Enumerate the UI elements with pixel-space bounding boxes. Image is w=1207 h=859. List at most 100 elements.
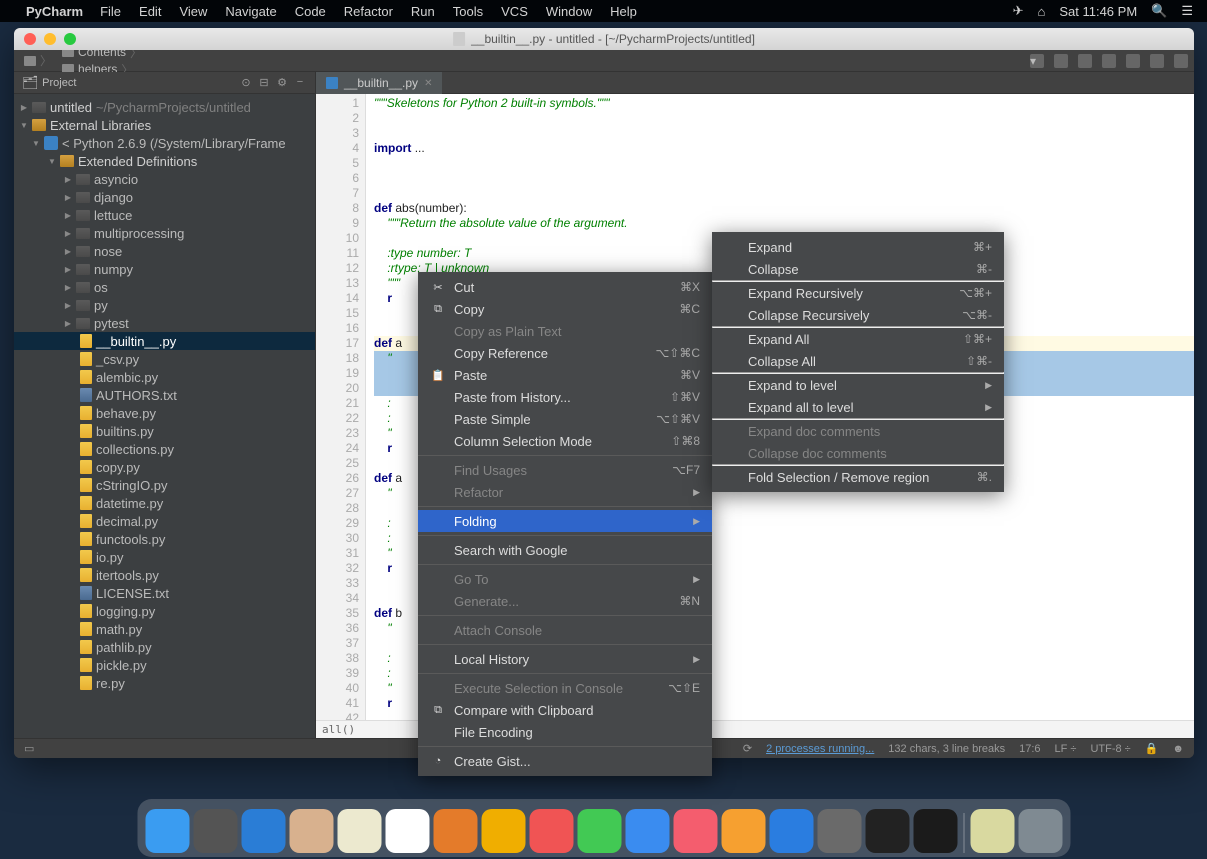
app-menu[interactable]: PyCharm bbox=[26, 4, 83, 19]
tree-file[interactable]: decimal.py bbox=[14, 512, 315, 530]
tree-dir-numpy[interactable]: ▶numpy bbox=[14, 260, 315, 278]
collapse-all-icon[interactable]: ⊟ bbox=[257, 76, 271, 90]
menu-view[interactable]: View bbox=[170, 4, 216, 19]
tree-dir-nose[interactable]: ▶nose bbox=[14, 242, 315, 260]
control-center-icon[interactable]: ☰ bbox=[1181, 3, 1193, 19]
tree-file[interactable]: builtins.py bbox=[14, 422, 315, 440]
dock-app-icon[interactable] bbox=[721, 809, 765, 853]
tree-dir-os[interactable]: ▶os bbox=[14, 278, 315, 296]
processes-link[interactable]: 2 processes running... bbox=[766, 743, 874, 755]
search-everywhere-icon[interactable] bbox=[1174, 54, 1188, 68]
hector-icon[interactable]: ☻ bbox=[1172, 743, 1184, 755]
minimize-button[interactable] bbox=[44, 33, 56, 45]
spotlight-icon[interactable]: 🔍 bbox=[1151, 3, 1167, 19]
coverage-button[interactable] bbox=[1102, 54, 1116, 68]
hide-icon[interactable]: − bbox=[293, 76, 307, 90]
vcs-button[interactable] bbox=[1150, 54, 1164, 68]
tree-file[interactable]: _csv.py bbox=[14, 350, 315, 368]
run-config-dropdown[interactable]: ▾ bbox=[1030, 54, 1044, 68]
tree-file[interactable]: itertools.py bbox=[14, 566, 315, 584]
menu-item[interactable]: File Encoding bbox=[418, 721, 712, 743]
menu-navigate[interactable]: Navigate bbox=[216, 4, 285, 19]
tree-file[interactable]: math.py bbox=[14, 620, 315, 638]
scroll-to-icon[interactable]: ⊙ bbox=[239, 76, 253, 90]
project-header[interactable]: Project bbox=[42, 77, 76, 89]
menu-run[interactable]: Run bbox=[402, 4, 444, 19]
dock-app-icon[interactable] bbox=[289, 809, 333, 853]
caret-pos[interactable]: 17:6 bbox=[1019, 743, 1040, 755]
menu-tools[interactable]: Tools bbox=[444, 4, 492, 19]
dock-app-icon[interactable] bbox=[865, 809, 909, 853]
close-tab-icon[interactable]: ✕ bbox=[424, 78, 432, 89]
tree-file-builtin[interactable]: __builtin__.py bbox=[14, 332, 315, 350]
tree-dir-multiprocessing[interactable]: ▶multiprocessing bbox=[14, 224, 315, 242]
dock-app-icon[interactable] bbox=[481, 809, 525, 853]
menu-item[interactable]: Paste Simple⌥⇧⌘V bbox=[418, 408, 712, 430]
tree-file[interactable]: alembic.py bbox=[14, 368, 315, 386]
tree-file[interactable]: functools.py bbox=[14, 530, 315, 548]
tool-window-button[interactable]: ▭ bbox=[24, 742, 34, 755]
menu-item[interactable]: Folding▶ bbox=[418, 510, 712, 532]
menu-item[interactable]: Expand all to level▶ bbox=[712, 396, 1004, 418]
tree-file[interactable]: logging.py bbox=[14, 602, 315, 620]
tree-file[interactable]: collections.py bbox=[14, 440, 315, 458]
menu-item[interactable]: Collapse Recursively⌥⌘- bbox=[712, 304, 1004, 326]
tree-file[interactable]: cStringIO.py bbox=[14, 476, 315, 494]
gutter[interactable]: 1234567891011121314151617181920212223242… bbox=[316, 94, 366, 720]
editor-tab[interactable]: __builtin__.py ✕ bbox=[316, 72, 442, 94]
dock-app-icon[interactable] bbox=[193, 809, 237, 853]
dock-app-icon[interactable] bbox=[769, 809, 813, 853]
menu-item[interactable]: Copy Reference⌥⇧⌘C bbox=[418, 342, 712, 364]
settings-icon[interactable]: ⚙ bbox=[275, 76, 289, 90]
zoom-button[interactable] bbox=[64, 33, 76, 45]
menu-item[interactable]: Local History▶ bbox=[418, 648, 712, 670]
dock-app-icon[interactable] bbox=[577, 809, 621, 853]
menu-window[interactable]: Window bbox=[537, 4, 601, 19]
dock-app-icon[interactable] bbox=[433, 809, 477, 853]
tree-file[interactable]: datetime.py bbox=[14, 494, 315, 512]
menu-item[interactable]: Expand⌘+ bbox=[712, 236, 1004, 258]
menu-item[interactable]: Paste from History...⇧⌘V bbox=[418, 386, 712, 408]
tree-dir-py[interactable]: ▶py bbox=[14, 296, 315, 314]
menu-item[interactable]: Expand Recursively⌥⌘+ bbox=[712, 282, 1004, 304]
tree-root[interactable]: ▶untitled ~/PycharmProjects/untitled bbox=[14, 98, 315, 116]
tree-file[interactable]: LICENSE.txt bbox=[14, 584, 315, 602]
menu-refactor[interactable]: Refactor bbox=[335, 4, 402, 19]
menu-edit[interactable]: Edit bbox=[130, 4, 170, 19]
tree-file[interactable]: pickle.py bbox=[14, 656, 315, 674]
menu-item[interactable]: ⧉Copy⌘C bbox=[418, 298, 712, 320]
encoding[interactable]: UTF-8 ÷ bbox=[1090, 743, 1130, 755]
menu-item[interactable]: Expand to level▶ bbox=[712, 374, 1004, 396]
menu-code[interactable]: Code bbox=[286, 4, 335, 19]
dock-app-icon[interactable] bbox=[529, 809, 573, 853]
dock-app-icon[interactable] bbox=[913, 809, 957, 853]
tree-file[interactable]: re.py bbox=[14, 674, 315, 692]
debug-button[interactable] bbox=[1078, 54, 1092, 68]
tree-dir-django[interactable]: ▶django bbox=[14, 188, 315, 206]
menu-item[interactable]: 📋Paste⌘V bbox=[418, 364, 712, 386]
dock-app-icon[interactable] bbox=[241, 809, 285, 853]
line-sep[interactable]: LF ÷ bbox=[1055, 743, 1077, 755]
tree-dir-pytest[interactable]: ▶pytest bbox=[14, 314, 315, 332]
menu-item[interactable]: ⧉Compare with Clipboard bbox=[418, 699, 712, 721]
tree-dir-lettuce[interactable]: ▶lettuce bbox=[14, 206, 315, 224]
menubar-icon[interactable]: ⌂ bbox=[1037, 4, 1045, 19]
menu-item[interactable]: Column Selection Mode⇧⌘8 bbox=[418, 430, 712, 452]
menu-vcs[interactable]: VCS bbox=[492, 4, 537, 19]
menu-help[interactable]: Help bbox=[601, 4, 646, 19]
close-button[interactable] bbox=[24, 33, 36, 45]
processes-icon[interactable]: ⟳ bbox=[743, 742, 752, 755]
lock-icon[interactable]: 🔒 bbox=[1145, 742, 1159, 755]
menu-item[interactable]: Search with Google bbox=[418, 539, 712, 561]
menu-item[interactable]: Expand All⇧⌘+ bbox=[712, 328, 1004, 350]
menu-item[interactable]: ◔Create Gist... bbox=[418, 750, 712, 772]
menu-item[interactable]: Collapse All⇧⌘- bbox=[712, 350, 1004, 372]
dock-app-icon[interactable] bbox=[385, 809, 429, 853]
menu-item[interactable]: Collapse⌘- bbox=[712, 258, 1004, 280]
menu-item[interactable]: Fold Selection / Remove region⌘. bbox=[712, 466, 1004, 488]
project-tree[interactable]: ▶untitled ~/PycharmProjects/untitled▼Ext… bbox=[14, 94, 315, 738]
stop-button[interactable] bbox=[1126, 54, 1140, 68]
tree-python-sdk[interactable]: ▼< Python 2.6.9 (/System/Library/Frame bbox=[14, 134, 315, 152]
tree-file[interactable]: pathlib.py bbox=[14, 638, 315, 656]
tree-external-libraries[interactable]: ▼External Libraries bbox=[14, 116, 315, 134]
